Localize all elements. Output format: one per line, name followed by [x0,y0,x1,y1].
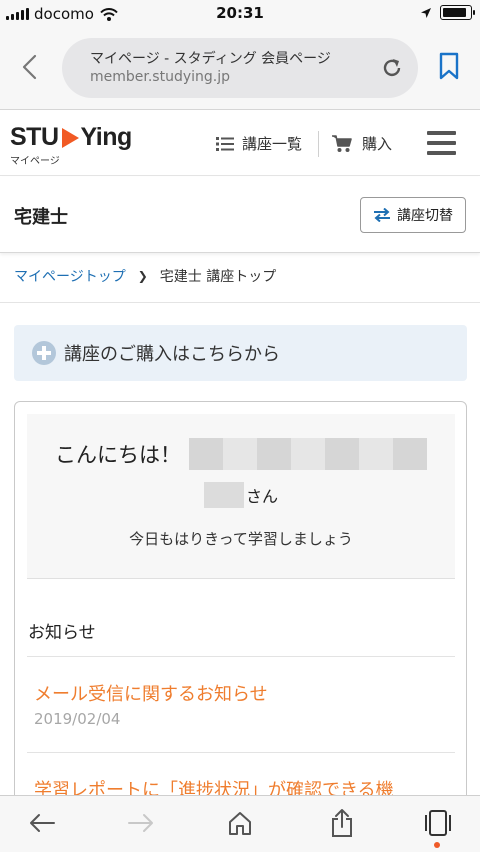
welcome-panel: こんにちは！ さん 今日もはりきって学習しましょう [27,414,455,579]
greeting-row: こんにちは！ [27,438,455,470]
back-icon[interactable] [18,52,42,82]
swap-arrows-icon [374,208,390,222]
status-time: 20:31 [216,4,264,22]
status-right [420,5,475,20]
battery-fill [443,8,467,17]
purchase-banner[interactable]: 講座のご購入はこちらから [14,325,467,381]
nav-purchase[interactable]: 購入 [332,133,392,154]
browser-toolbar [0,795,480,852]
redacted-user-name [189,438,427,470]
news-divider [27,656,455,657]
battery-icon [440,5,475,20]
nav-course-list[interactable]: 講座一覧 [216,133,302,154]
reload-icon[interactable] [380,56,404,80]
logo-play-icon [61,127,79,148]
forward-arrow-icon [126,808,156,838]
studying-logo[interactable]: STU Ying マイページ [10,125,132,168]
address-bar[interactable]: マイページ - スタディング 会員ページ member.studying.jp [62,38,418,98]
nav-divider [318,131,319,157]
breadcrumb-divider [0,302,480,303]
page-host: member.studying.jp [90,69,231,85]
news-heading: お知らせ [28,623,96,643]
home-icon[interactable] [225,808,255,838]
greeting-text: こんにちは！ [55,443,181,467]
welcome-divider [27,578,455,579]
cart-icon [332,134,352,152]
page-title: マイページ - スタディング 会員ページ [90,51,331,67]
plus-circle-icon [32,341,56,365]
nav-course-list-label: 講座一覧 [242,135,303,153]
share-icon[interactable] [327,808,357,838]
back-arrow-icon[interactable] [27,808,57,838]
tabs-icon[interactable] [423,808,453,838]
browser-bar: マイページ - スタディング 会員ページ member.studying.jp [0,28,480,110]
logo-text-right: Ying [80,123,133,151]
nav-purchase-label: 購入 [362,135,393,153]
welcome-motto: 今日もはりきって学習しましょう [129,530,353,548]
course-switch-button[interactable]: 講座切替 [360,197,466,233]
course-bar: 宅建士 講座切替 [0,177,480,253]
list-icon [216,136,234,151]
location-icon [421,7,431,18]
breadcrumb: マイページトップ ❯ 宅建士 講座トップ [14,266,276,286]
site-header: STU Ying マイページ 講座一覧 購入 [0,111,480,176]
breadcrumb-home-link[interactable]: マイページトップ [14,266,126,286]
logo-text-left: STU [10,123,59,151]
news-item-title[interactable]: メール受信に関するお知らせ [34,680,268,706]
honorific-row: さん [27,482,455,508]
status-bar: docomo 20:31 [0,0,480,28]
course-switch-label: 講座切替 [397,208,453,224]
dashboard-card: こんにちは！ さん 今日もはりきって学習しましょう お知らせ メール受信に関する… [14,401,467,821]
breadcrumb-current: 宅建士 講座トップ [159,269,277,285]
logo-subtitle: マイページ [10,156,60,167]
hamburger-menu-icon[interactable] [427,131,456,155]
news-divider [27,752,455,753]
news-item-date: 2019/02/04 [34,710,121,728]
chevron-right-icon: ❯ [137,269,148,283]
logo-wordmark: STU Ying [10,125,132,150]
tabs-indicator-dot [434,842,440,848]
course-name: 宅建士 [14,207,68,228]
redacted-user-name-tail [203,482,244,508]
purchase-banner-text: 講座のご購入はこちらから [64,344,280,365]
bookmark-icon[interactable] [438,52,460,80]
honorific-text: さん [245,487,278,506]
